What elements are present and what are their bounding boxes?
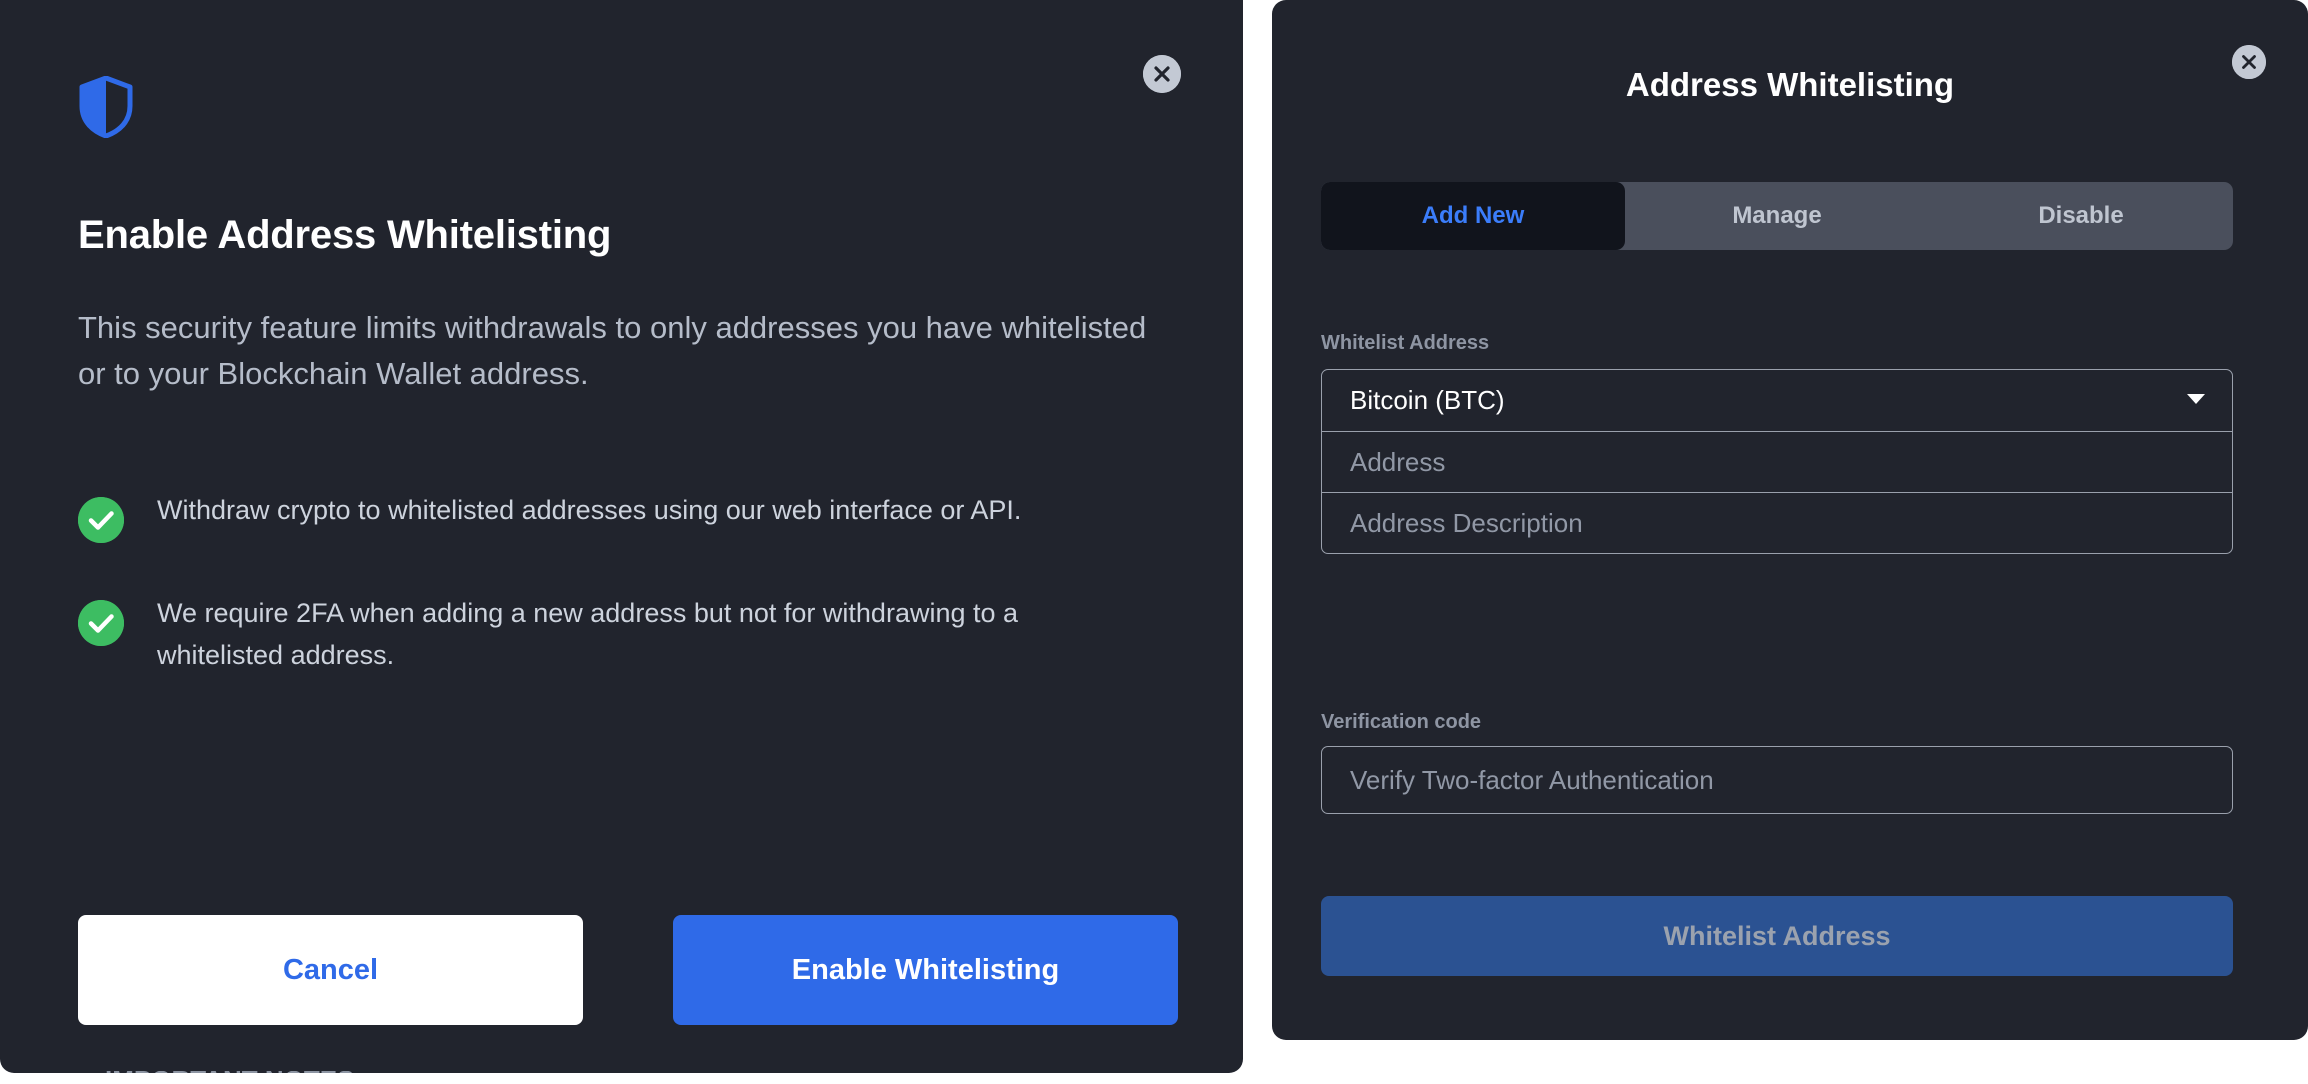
close-icon <box>1143 55 1181 93</box>
tab-disable[interactable]: Disable <box>1929 182 2233 250</box>
verification-code-field[interactable] <box>1321 746 2233 814</box>
chevron-down-icon <box>2186 392 2206 410</box>
list-item: We require 2FA when adding a new address… <box>78 593 1108 677</box>
address-field-row[interactable] <box>1322 431 2232 492</box>
address-description-field-row[interactable] <box>1322 492 2232 553</box>
tab-manage[interactable]: Manage <box>1625 182 1929 250</box>
address-input[interactable] <box>1350 446 2204 478</box>
enable-whitelisting-button[interactable]: Enable Whitelisting <box>673 915 1178 1025</box>
check-circle-icon <box>78 600 124 646</box>
page-title: Enable Address Whitelisting <box>78 213 612 257</box>
dialog-description: This security feature limits withdrawals… <box>78 310 1147 391</box>
address-description-input[interactable] <box>1350 507 2204 539</box>
address-whitelisting-panel: Address Whitelisting Add New Manage Disa… <box>1272 0 2308 1040</box>
close-button[interactable] <box>1143 55 1181 93</box>
dialog-actions: Cancel Enable Whitelisting <box>78 915 1178 1025</box>
clipped-section-heading: IMPORTANT NOTES <box>105 1071 354 1073</box>
panel-title: Address Whitelisting <box>1625 66 1955 103</box>
shield-half-icon <box>78 75 134 139</box>
tab-add-new[interactable]: Add New <box>1321 182 1625 250</box>
currency-select[interactable]: Bitcoin (BTC) <box>1322 370 2232 431</box>
whitelist-address-fieldgroup: Bitcoin (BTC) <box>1321 369 2233 554</box>
whitelist-address-label: Whitelist Address <box>1321 332 1490 354</box>
whitelist-address-submit-button[interactable]: Whitelist Address <box>1321 896 2233 976</box>
cancel-button[interactable]: Cancel <box>78 915 583 1025</box>
list-item-label: We require 2FA when adding a new address… <box>157 598 1019 670</box>
currency-select-value: Bitcoin (BTC) <box>1350 385 1505 415</box>
check-circle-icon <box>78 497 124 543</box>
verification-code-input[interactable] <box>1350 764 2204 796</box>
benefits-list: Withdraw crypto to whitelisted addresses… <box>78 490 1108 727</box>
list-item: Withdraw crypto to whitelisted addresses… <box>78 490 1108 543</box>
verification-code-label: Verification code <box>1321 711 1482 733</box>
tab-bar: Add New Manage Disable <box>1321 182 2233 250</box>
list-item-label: Withdraw crypto to whitelisted addresses… <box>157 495 1022 525</box>
enable-whitelisting-dialog: Enable Address Whitelisting This securit… <box>0 0 1243 1073</box>
screen-root: Enable Address Whitelisting This securit… <box>0 0 2308 1084</box>
